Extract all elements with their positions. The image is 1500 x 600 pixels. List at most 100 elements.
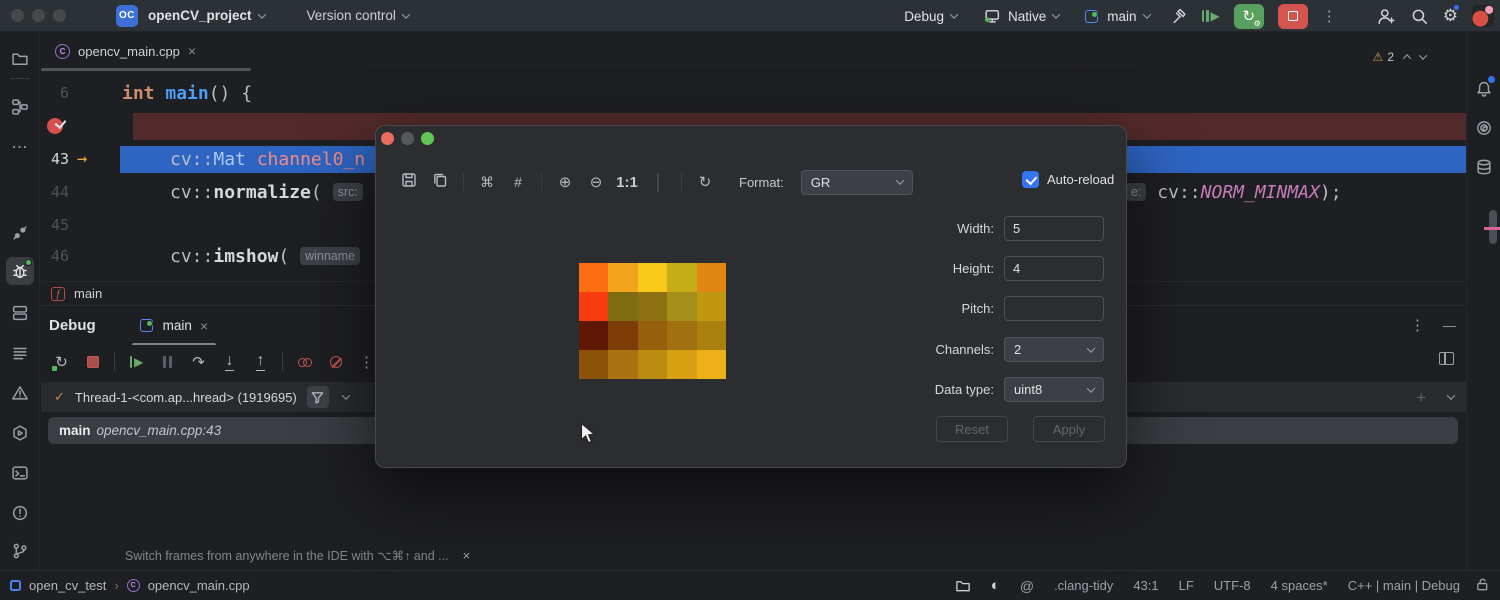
more-actions-icon[interactable]: ⋮ <box>1322 9 1337 24</box>
zoom-in-icon[interactable]: ⊕ <box>554 173 576 191</box>
toolbar-divider <box>463 173 464 191</box>
stop-icon[interactable] <box>80 350 105 374</box>
build-hammer-icon[interactable] <box>1170 7 1188 25</box>
save-icon[interactable] <box>398 172 420 192</box>
vcs-menu[interactable]: Version control <box>307 8 409 23</box>
chevron-down-icon <box>1142 10 1150 18</box>
tab-close-icon[interactable]: × <box>200 318 208 334</box>
terminal-icon[interactable] <box>6 459 34 487</box>
autoreload-checkbox[interactable] <box>1022 171 1039 188</box>
status-bar: open_cv_test › C opencv_main.cpp ◐ @ .cl… <box>0 570 1500 600</box>
panel-options-icon[interactable]: ⋮ <box>1410 318 1425 333</box>
notifications-bell-icon[interactable] <box>1470 75 1498 103</box>
theme-contrast-icon[interactable]: ◐ <box>991 577 1000 594</box>
database-icon[interactable] <box>1470 153 1498 181</box>
inspections-circle-icon[interactable] <box>6 499 34 527</box>
chevron-down-icon[interactable] <box>1447 391 1455 399</box>
window-minimize-button[interactable] <box>32 9 45 22</box>
breadcrumb-function[interactable]: main <box>74 286 102 301</box>
fit-to-window-icon[interactable]: ⌘ <box>476 174 498 191</box>
git-branch-icon[interactable] <box>6 537 34 565</box>
statusbar-project[interactable]: open_cv_test <box>29 578 106 593</box>
mute-breakpoints-icon[interactable] <box>292 350 317 374</box>
ignore-breakpoints-icon[interactable] <box>323 350 348 374</box>
prev-warning-icon[interactable] <box>1403 54 1411 62</box>
line-ending-widget[interactable]: LF <box>1179 578 1194 593</box>
window-close-button[interactable] <box>11 9 24 22</box>
chevron-down-icon[interactable] <box>342 391 350 399</box>
filter-funnel-icon[interactable] <box>307 386 329 408</box>
zoom-out-icon[interactable]: ⊖ <box>585 173 607 191</box>
tab-close-icon[interactable]: × <box>188 43 196 59</box>
step-out-icon[interactable]: ↑ <box>248 350 273 374</box>
run-session-tab[interactable]: main <box>1085 9 1149 24</box>
stop-button[interactable] <box>1278 4 1308 29</box>
hide-panel-icon[interactable]: — <box>1443 318 1456 333</box>
breakpoint-icon[interactable] <box>47 118 63 134</box>
dialog-close-button[interactable] <box>381 132 394 145</box>
debug-session-tab[interactable]: main × <box>132 306 216 345</box>
error-stripe-mark[interactable] <box>1484 227 1500 230</box>
run-hexagon-icon[interactable] <box>6 419 34 447</box>
user-avatar[interactable] <box>1472 5 1494 27</box>
folder-icon[interactable] <box>955 578 971 594</box>
search-everywhere-icon[interactable] <box>1410 7 1429 26</box>
project-folder-icon[interactable] <box>6 45 34 73</box>
more-toolwindows-icon[interactable]: ⋯ <box>6 133 34 161</box>
step-into-icon[interactable]: ↓ <box>217 350 242 374</box>
matrix-cell <box>638 350 667 379</box>
run-config-selector[interactable]: Debug <box>904 9 957 24</box>
clang-tidy-widget[interactable]: .clang-tidy <box>1054 578 1113 593</box>
caret-position-widget[interactable]: 43:1 <box>1133 578 1158 593</box>
crop-frame-icon[interactable]: # <box>507 174 529 190</box>
editor-tab[interactable]: C opencv_main.cpp × <box>41 32 210 70</box>
copy-icon[interactable] <box>429 172 451 192</box>
debug-toolwindow-icon[interactable] <box>6 257 34 285</box>
height-input[interactable] <box>1004 256 1104 281</box>
datatype-select[interactable]: uint8 <box>1004 377 1104 402</box>
channels-select[interactable]: 2 <box>1004 337 1104 362</box>
rail-divider <box>10 78 30 79</box>
logs-lines-icon[interactable] <box>6 339 34 367</box>
ai-status-icon[interactable]: @ <box>1020 578 1034 594</box>
step-over-icon[interactable]: ↷ <box>186 350 211 374</box>
tab-scrollbar[interactable] <box>41 68 251 71</box>
hint-close-icon[interactable]: × <box>463 548 471 563</box>
window-zoom-button[interactable] <box>53 9 66 22</box>
dialog-minimize-button[interactable] <box>401 132 414 145</box>
code-with-me-icon[interactable] <box>1377 7 1396 26</box>
format-select[interactable]: GR <box>801 170 913 195</box>
add-watch-icon[interactable]: + <box>1416 389 1426 406</box>
reload-icon[interactable]: ↻ <box>694 173 716 191</box>
resume-program-icon[interactable]: ▶ <box>1202 10 1220 22</box>
inspection-widget[interactable]: ⚠ 2 <box>1373 50 1426 64</box>
rerun-debug-button[interactable]: ↻ ⚙ <box>1234 4 1264 29</box>
rerun-icon[interactable]: ↻ <box>49 350 74 374</box>
indent-widget[interactable]: 4 spaces* <box>1271 578 1328 593</box>
resolve-context-widget[interactable]: C++ | main | Debug <box>1348 578 1460 593</box>
pitch-input[interactable] <box>1004 296 1104 321</box>
write-access-lock-icon[interactable] <box>1475 577 1490 595</box>
target-selector[interactable]: Native <box>983 7 1059 25</box>
apply-button[interactable]: Apply <box>1033 416 1105 442</box>
next-warning-icon[interactable] <box>1419 51 1427 59</box>
code-line-6[interactable]: 6 int main() { <box>41 80 1466 107</box>
actual-size-button[interactable]: 1:1 <box>616 174 638 191</box>
plug-icon[interactable] <box>6 219 34 247</box>
settings-gear-icon[interactable]: ⚙ <box>1443 6 1458 26</box>
ai-assistant-icon[interactable] <box>1470 114 1498 142</box>
encoding-widget[interactable]: UTF-8 <box>1214 578 1251 593</box>
dialog-zoom-button[interactable] <box>421 132 434 145</box>
structure-icon[interactable] <box>6 93 34 121</box>
line-number: 6 <box>41 80 69 107</box>
project-menu[interactable]: openCV_project <box>148 8 265 23</box>
pause-icon[interactable] <box>155 350 180 374</box>
problems-triangle-icon[interactable] <box>6 379 34 407</box>
autoreload-control[interactable]: Auto-reload <box>1022 171 1114 188</box>
layout-settings-icon[interactable] <box>1439 352 1454 365</box>
services-icon[interactable] <box>6 299 34 327</box>
statusbar-file[interactable]: opencv_main.cpp <box>148 578 250 593</box>
width-input[interactable] <box>1004 216 1104 241</box>
reset-button[interactable]: Reset <box>936 416 1008 442</box>
resume-icon[interactable]: ▶ <box>124 350 149 374</box>
